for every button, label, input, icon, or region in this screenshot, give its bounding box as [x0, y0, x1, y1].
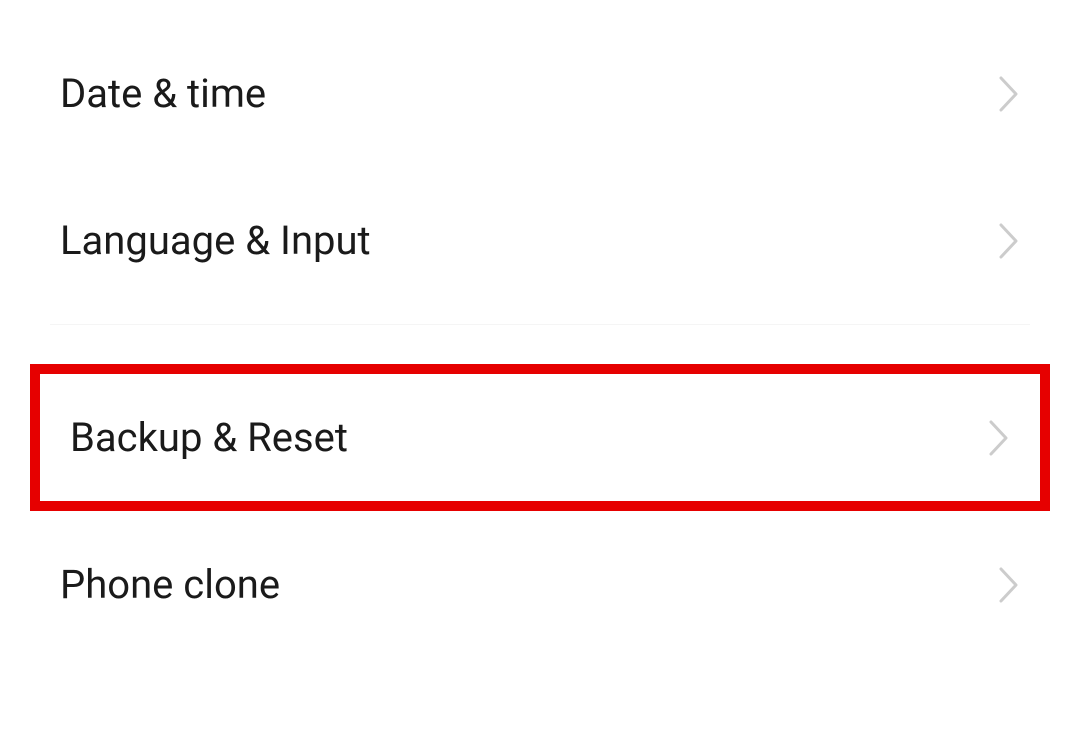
chevron-right-icon [998, 75, 1020, 113]
settings-item-label: Date & time [60, 70, 266, 117]
settings-item-date-time[interactable]: Date & time [0, 20, 1080, 167]
settings-item-label: Backup & Reset [70, 414, 348, 461]
settings-item-language-input[interactable]: Language & Input [0, 167, 1080, 314]
settings-item-phone-clone[interactable]: Phone clone [0, 511, 1080, 658]
settings-item-label: Language & Input [60, 217, 371, 264]
settings-list: Date & time Language & Input Backup & Re… [0, 0, 1080, 658]
section-divider [50, 324, 1030, 344]
highlight-annotation: Backup & Reset [30, 364, 1050, 511]
settings-item-backup-reset[interactable]: Backup & Reset [40, 374, 1040, 501]
chevron-right-icon [998, 566, 1020, 604]
settings-item-label: Phone clone [60, 561, 280, 608]
chevron-right-icon [988, 419, 1010, 457]
chevron-right-icon [998, 222, 1020, 260]
